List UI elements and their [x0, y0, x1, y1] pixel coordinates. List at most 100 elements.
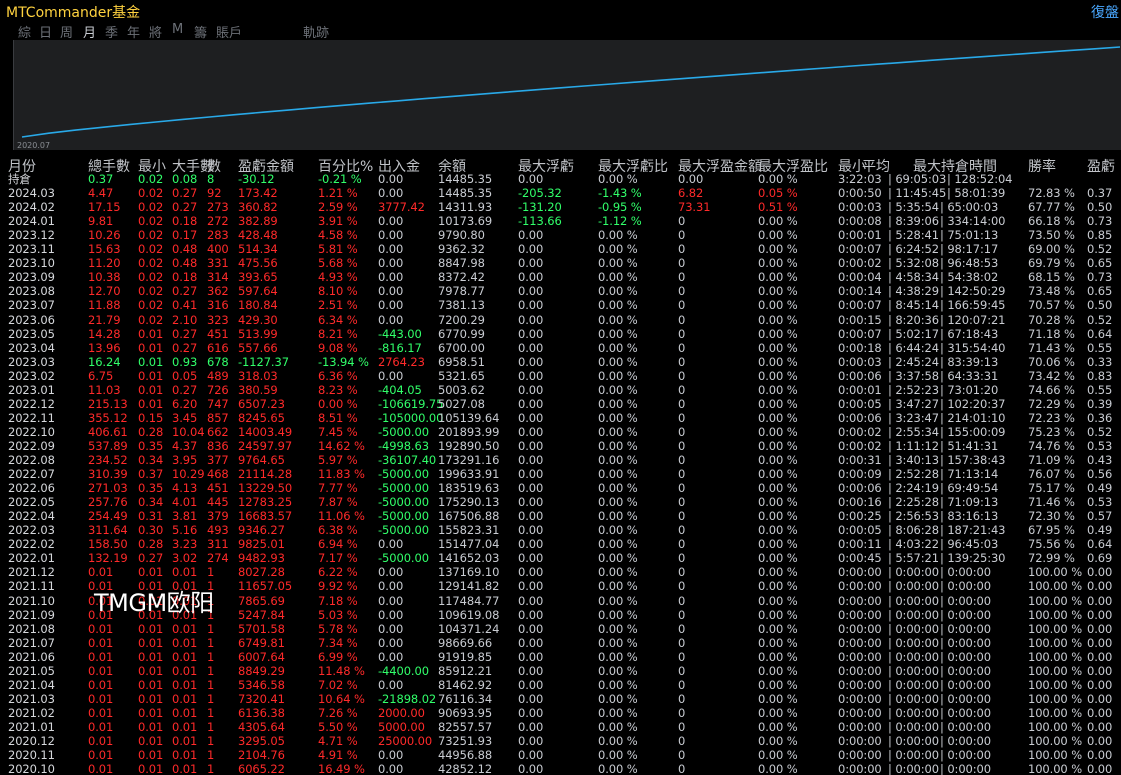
table-row[interactable]: 2023.06 21.79 0.02 2.10 323 429.30 6.34 % 0.00 7…	[0, 313, 1121, 327]
table-cell: 2023.06	[8, 312, 55, 327]
table-cell: 10.38	[88, 270, 121, 285]
table-cell: 0.02	[138, 200, 164, 215]
table-row[interactable]: 2023.01 11.03 0.01 0.27 726 380.59 8.23 % -404.…	[0, 383, 1121, 397]
table-cell: 175290.13	[438, 495, 500, 510]
table-cell: 75.17 %	[1028, 481, 1075, 496]
table-cell: 0:00:07	[838, 242, 882, 257]
table-cell: -5000.00	[378, 424, 429, 439]
table-cell: 0.00	[518, 523, 544, 538]
table-cell: | 58:01:39	[947, 186, 1006, 201]
tab-6[interactable]: 將	[149, 22, 162, 41]
table-cell: 0:00:06	[838, 368, 882, 383]
table-cell: 0.00	[378, 649, 404, 664]
table-cell: 7320.41	[238, 691, 285, 706]
tab-0[interactable]: 綜	[18, 22, 31, 41]
tab-7[interactable]: M	[172, 22, 183, 37]
table-cell: 100.00 %	[1028, 663, 1083, 678]
table-cell: 1	[207, 677, 215, 692]
table-cell: 0:00:00	[838, 635, 882, 650]
tab-8[interactable]: 籌	[194, 22, 207, 41]
table-row[interactable]: 2022.06 271.03 0.35 4.13 451 13229.50 7.77 % -5…	[0, 481, 1121, 495]
table-row[interactable]: 2021.07 0.01 0.01 0.01 1 6749.81 7.34 % 0.00 986…	[0, 636, 1121, 650]
table-cell: 0.01	[88, 565, 114, 580]
table-row[interactable]: 2021.01 0.01 0.01 0.01 1 4305.64 5.50 % 5000.00…	[0, 720, 1121, 734]
table-row[interactable]: 2021.04 0.01 0.01 0.01 1 5346.58 7.02 % 0.00 814…	[0, 678, 1121, 692]
table-row[interactable]: 2022.07 310.39 0.37 10.29 468 21114.28 11.83 %…	[0, 467, 1121, 481]
table-row[interactable]: 2023.09 10.38 0.02 0.18 314 393.65 4.93 % 0.00 8…	[0, 270, 1121, 284]
table-row[interactable]: 2022.11 355.12 0.15 3.45 857 8245.65 8.51 % -10…	[0, 411, 1121, 425]
table-row[interactable]: 2021.05 0.01 0.01 0.01 1 8849.29 11.48 % -4400.…	[0, 664, 1121, 678]
table-row[interactable]: 2021.06 0.01 0.01 0.01 1 6007.64 6.99 % 0.00 919…	[0, 650, 1121, 664]
table-row[interactable]: 2021.03 0.01 0.01 0.01 1 7320.41 10.64 % -21898…	[0, 692, 1121, 706]
table-cell: 0.00	[1087, 607, 1113, 622]
table-cell: 0.00 %	[598, 438, 638, 453]
table-cell: 0.00	[518, 579, 544, 594]
table-cell: 616	[207, 340, 229, 355]
table-cell: 6.34 %	[318, 312, 358, 327]
table-row[interactable]: 2022.03 311.64 0.30 5.16 493 9346.27 6.38 % -50…	[0, 523, 1121, 537]
table-cell: 0.00 %	[758, 537, 798, 552]
tab-3[interactable]: 月	[83, 22, 96, 41]
table-row[interactable]: 2021.08 0.01 0.01 0.01 1 5701.58 5.78 % 0.00 104…	[0, 622, 1121, 636]
table-cell: 0.00 %	[758, 748, 798, 763]
table-row[interactable]: 2022.01 132.19 0.27 3.02 274 9482.93 7.17 % -50…	[0, 551, 1121, 565]
table-cell: 2024.03	[8, 186, 55, 201]
table-row[interactable]: 2020.12 0.01 0.01 0.01 1 3295.05 4.71 % 25000.0…	[0, 734, 1121, 748]
table-row[interactable]: 2023.05 14.28 0.01 0.27 451 513.99 8.21 % -443.…	[0, 327, 1121, 341]
tab-9[interactable]: 賬戶	[216, 22, 242, 41]
tab-1[interactable]: 日	[39, 22, 52, 41]
table-row[interactable]: 2021.12 0.01 0.01 0.01 1 8027.28 6.22 % 0.00 137…	[0, 565, 1121, 579]
table-cell: 0.52	[1087, 312, 1113, 327]
table-row[interactable]: 2021.02 0.01 0.01 0.01 1 6136.38 7.26 % 2000.00…	[0, 706, 1121, 720]
table-row[interactable]: 2022.04 254.49 0.31 3.81 379 16683.57 11.06 % -…	[0, 509, 1121, 523]
table-cell: 2022.07	[8, 467, 55, 482]
table-cell: 0.00	[378, 368, 404, 383]
tab-5[interactable]: 年	[127, 22, 140, 41]
table-cell: 537.89	[88, 438, 128, 453]
table-cell: 0	[678, 424, 686, 439]
table-row[interactable]: 2023.11 15.63 0.02 0.48 400 514.34 5.81 % 0.00 9…	[0, 242, 1121, 256]
table-cell: 0.00	[518, 635, 544, 650]
table-cell: 3.91 %	[318, 214, 358, 229]
table-row[interactable]: 2022.10 406.61 0.28 10.04 662 14003.49 7.45 % -…	[0, 425, 1121, 439]
table-cell: -205.32	[518, 186, 562, 201]
table-row[interactable]: 2022.02 158.50 0.28 3.23 311 9825.01 6.94 % 0.0…	[0, 537, 1121, 551]
table-row[interactable]: 2024.01 9.81 0.02 0.18 272 382.89 3.91 % 0.00 10…	[0, 214, 1121, 228]
table-row[interactable]: 2023.10 11.20 0.02 0.48 331 475.56 5.68 % 0.00 8…	[0, 256, 1121, 270]
restore-button[interactable]: 復盤	[1091, 2, 1119, 22]
table-row[interactable]: 2022.09 537.89 0.35 4.37 836 24597.97 14.62 % -…	[0, 439, 1121, 453]
table-cell: 597.64	[238, 284, 278, 299]
tab-2[interactable]: 周	[60, 22, 73, 41]
table-row[interactable]: 2023.04 13.96 0.01 0.27 616 557.66 9.08 % -816.…	[0, 341, 1121, 355]
table-cell: 9790.80	[438, 228, 485, 243]
table-row[interactable]: 2024.03 4.47 0.02 0.27 92 173.42 1.21 % 0.00 144…	[0, 186, 1121, 200]
table-row[interactable]: 2022.12 215.13 0.01 6.20 747 6507.23 0.00 % -10…	[0, 397, 1121, 411]
table-row[interactable]: 2020.10 0.01 0.01 0.01 1 6065.22 16.49 % 0.00 42…	[0, 762, 1121, 775]
table-row[interactable]: 2020.11 0.01 0.01 0.01 1 2104.76 4.91 % 0.00 449…	[0, 748, 1121, 762]
table-row[interactable]: 2023.03 16.24 0.01 0.93 678 -1127.37 -13.94 % 2…	[0, 355, 1121, 369]
table-row[interactable]: 2022.08 234.52 0.34 3.95 377 9764.65 5.97 % -36…	[0, 453, 1121, 467]
table-cell: | 3:40:13	[888, 453, 939, 467]
table-cell: 0.00 %	[598, 734, 638, 748]
table-row[interactable]: 2023.07 11.88 0.02 0.41 316 180.84 2.51 % 0.00 7…	[0, 298, 1121, 312]
table-cell: -13.94 %	[318, 354, 369, 369]
table-cell: 0.08	[172, 172, 198, 186]
table-cell: 0:00:00	[838, 593, 882, 608]
table-cell: 0.00 %	[598, 368, 638, 383]
table-row[interactable]: 2023.02 6.75 0.01 0.05 489 318.03 6.36 % 0.00 53…	[0, 369, 1121, 383]
tab-4[interactable]: 季	[105, 22, 118, 41]
table-cell: 6.94 %	[318, 537, 358, 552]
table-cell: 0.00 %	[598, 748, 638, 763]
table-row[interactable]: 持倉 0.37 0.02 0.08 8 -30.12 -0.21 % 0.00 14485.35…	[0, 172, 1121, 186]
table-cell: 4.71 %	[318, 734, 358, 748]
table-cell: 318.03	[238, 368, 278, 383]
table-row[interactable]: 2023.08 12.70 0.02 0.27 362 597.64 8.10 % 0.00 7…	[0, 284, 1121, 298]
table-cell: 75.23 %	[1028, 424, 1075, 439]
table-row[interactable]: 2024.02 17.15 0.02 0.27 273 360.82 2.59 % 3777.…	[0, 200, 1121, 214]
table-cell: 25000.00	[378, 734, 433, 748]
table-cell: | 0:00:00	[940, 593, 991, 608]
table-row[interactable]: 2022.05 257.76 0.34 4.01 445 12783.25 7.87 % -5…	[0, 495, 1121, 509]
table-cell: 72.30 %	[1028, 509, 1075, 524]
tab-10[interactable]: 軌跡	[303, 22, 329, 41]
table-row[interactable]: 2023.12 10.26 0.02 0.17 283 428.48 4.58 % 0.00 9…	[0, 228, 1121, 242]
